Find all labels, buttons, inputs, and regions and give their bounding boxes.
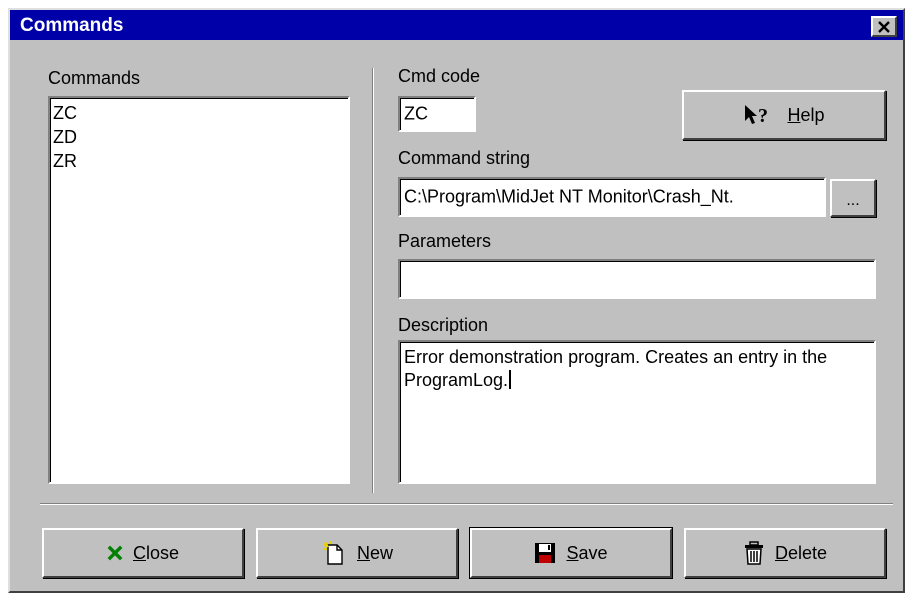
window-title: Commands: [20, 15, 124, 36]
description-label: Description: [398, 315, 489, 335]
list-item[interactable]: ZC: [53, 101, 348, 125]
trash-can-icon: [744, 541, 763, 565]
browse-label: ...: [846, 192, 860, 209]
description-text: Error demonstration program. Creates an …: [404, 347, 828, 390]
title-bar[interactable]: Commands: [10, 10, 903, 40]
command-string-value: C:\Program\MidJet NT Monitor\Crash_Nt.: [404, 186, 734, 207]
new-label: New: [356, 542, 393, 563]
close-button[interactable]: Close: [42, 528, 244, 578]
vertical-separator: [372, 68, 374, 493]
commands-listbox[interactable]: ZC ZD ZR: [48, 96, 350, 484]
help-button[interactable]: ? Help: [682, 90, 886, 140]
parameters-input[interactable]: [398, 259, 876, 299]
cmd-code-label: Cmd code: [398, 66, 481, 86]
help-arrow-icon: ?: [745, 105, 768, 126]
delete-label: Delete: [774, 542, 828, 563]
description-textarea[interactable]: Error demonstration program. Creates an …: [398, 340, 876, 484]
commands-label: Commands: [48, 68, 141, 88]
delete-button[interactable]: Delete: [684, 528, 886, 578]
close-label: Close: [132, 542, 180, 563]
floppy-disk-icon: [535, 543, 556, 563]
cmd-code-input[interactable]: ZC: [398, 96, 476, 132]
close-x-icon: [878, 20, 890, 33]
commands-dialog: Commands Commands ZC ZD ZR Cmd code ZC ?…: [8, 8, 905, 593]
list-item[interactable]: ZR: [53, 149, 348, 173]
browse-button[interactable]: ...: [830, 179, 876, 217]
list-item[interactable]: ZD: [53, 125, 348, 149]
save-button[interactable]: Save: [469, 527, 673, 579]
text-caret: [509, 370, 512, 389]
new-document-icon: [322, 541, 343, 565]
command-string-input[interactable]: C:\Program\MidJet NT Monitor\Crash_Nt.: [398, 177, 826, 217]
new-button[interactable]: New: [256, 528, 458, 578]
parameters-label: Parameters: [398, 231, 492, 251]
command-string-label: Command string: [398, 148, 531, 168]
help-label: Help: [787, 104, 825, 125]
green-x-icon: [107, 545, 123, 561]
svg-text:?: ?: [758, 105, 768, 126]
save-label: Save: [566, 542, 608, 563]
window-close-button[interactable]: [871, 16, 897, 37]
cmd-code-value: ZC: [404, 103, 428, 124]
horizontal-separator: [40, 503, 893, 505]
